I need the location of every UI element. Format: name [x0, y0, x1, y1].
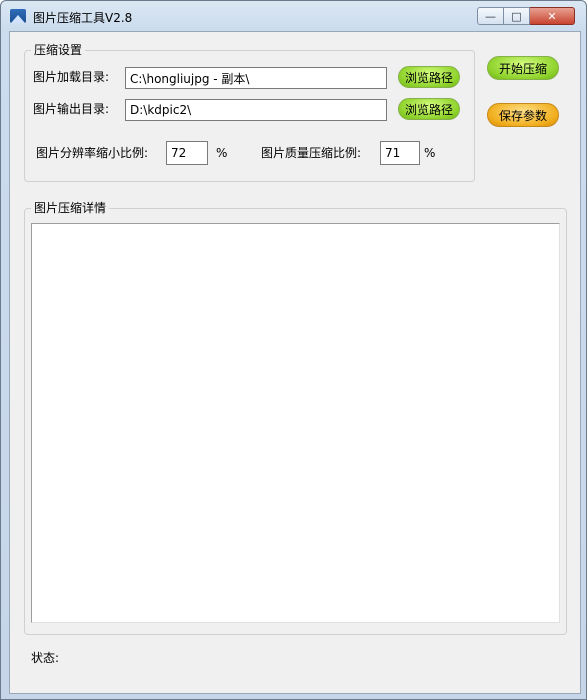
maximize-icon: □ [511, 9, 522, 23]
browse-load-dir-label: 浏览路径 [404, 70, 453, 85]
status-label: 状态: [31, 651, 60, 665]
close-button[interactable]: ✕ [530, 7, 575, 25]
minimize-icon: — [485, 9, 496, 23]
quality-ratio-input[interactable] [380, 141, 420, 165]
client-area: 压缩设置 图片加载目录: 浏览路径 图片输出目录: 浏览路径 图片分辨率缩小比例… [9, 31, 581, 694]
window-title: 图片压缩工具V2.8 [33, 11, 133, 25]
browse-output-dir-button[interactable]: 浏览路径 [398, 98, 460, 120]
resolution-percent-sign: % [216, 146, 228, 160]
load-dir-label: 图片加载目录: [33, 70, 110, 84]
maximize-button[interactable]: □ [504, 7, 530, 25]
resolution-ratio-input[interactable] [166, 141, 208, 165]
title-bar[interactable]: 图片压缩工具V2.8 — □ ✕ [1, 1, 586, 31]
start-compress-label: 开始压缩 [498, 61, 547, 76]
save-params-button[interactable]: 保存参数 [487, 103, 559, 127]
settings-group-legend: 压缩设置 [31, 43, 86, 57]
browse-output-dir-label: 浏览路径 [404, 102, 453, 117]
quality-percent-sign: % [424, 146, 436, 160]
app-icon [10, 9, 26, 23]
start-compress-button[interactable]: 开始压缩 [487, 56, 559, 80]
details-group: 图片压缩详情 [24, 201, 567, 635]
compress-details-log[interactable] [31, 223, 560, 623]
quality-ratio-label: 图片质量压缩比例: [261, 146, 362, 160]
close-icon: ✕ [547, 9, 557, 23]
output-dir-label: 图片输出目录: [33, 102, 110, 116]
details-group-legend: 图片压缩详情 [31, 201, 110, 215]
output-dir-field[interactable] [125, 99, 387, 121]
resolution-ratio-label: 图片分辨率缩小比例: [36, 146, 149, 160]
load-dir-field[interactable] [125, 67, 387, 89]
save-params-label: 保存参数 [498, 108, 547, 123]
app-window: 图片压缩工具V2.8 — □ ✕ 压缩设置 图片加载目录: 浏览路径 图片输出目… [0, 0, 587, 700]
minimize-button[interactable]: — [477, 7, 504, 25]
browse-load-dir-button[interactable]: 浏览路径 [398, 66, 460, 88]
